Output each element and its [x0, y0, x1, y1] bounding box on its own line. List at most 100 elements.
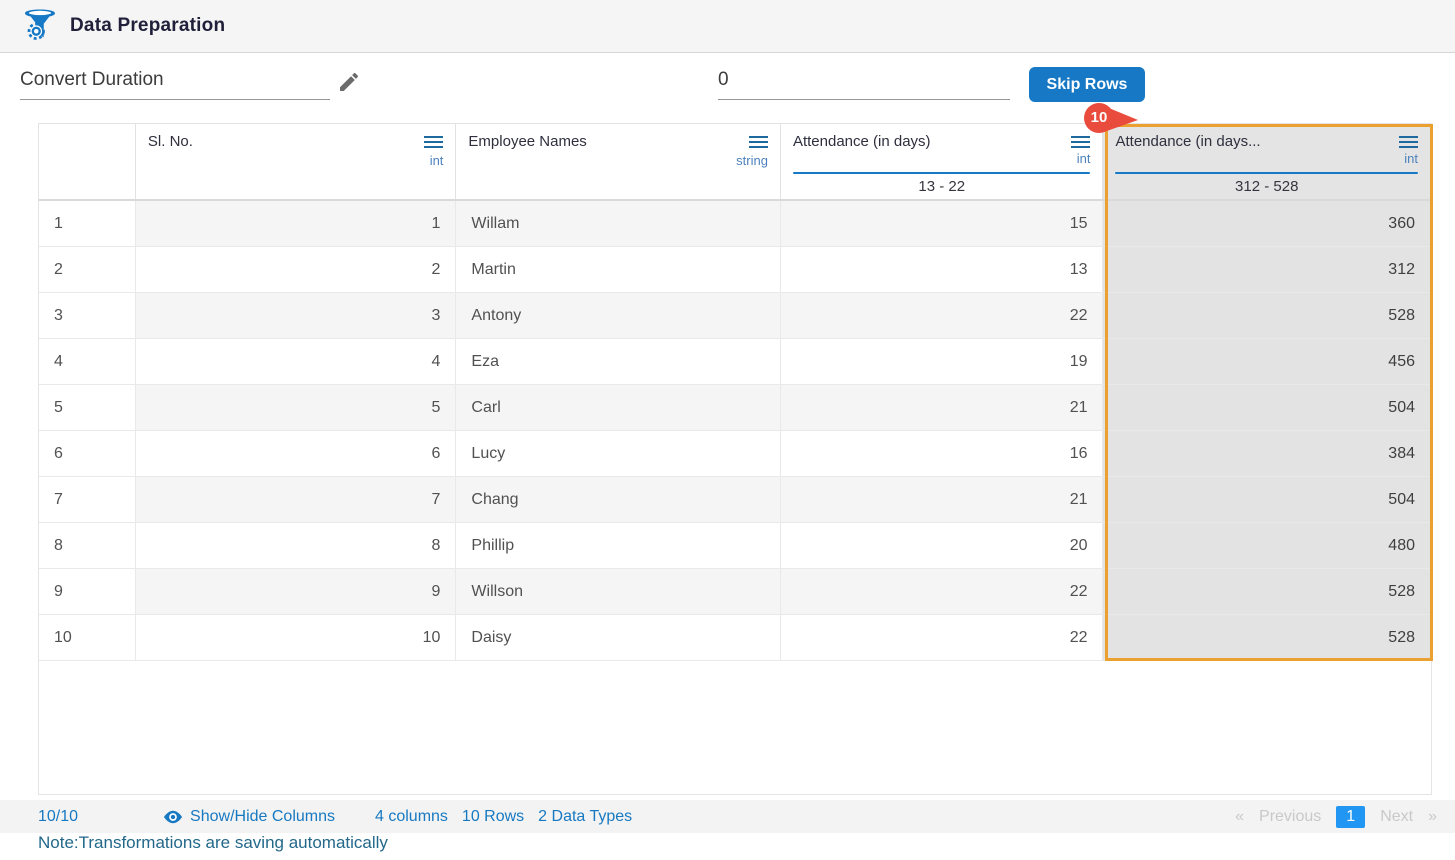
toolbar: Skip Rows — [0, 53, 1455, 118]
table-row: 2 2 Martin 13 312 — [39, 247, 1431, 293]
column-title: Attendance (in days) — [792, 133, 931, 150]
first-page-icon[interactable]: « — [1235, 808, 1244, 826]
last-page-icon[interactable]: » — [1428, 808, 1437, 826]
column-title: Employee Names — [468, 133, 587, 150]
column-header-employee-names[interactable]: Employee Names string — [456, 124, 781, 199]
sl-no-cell: 8 — [135, 523, 457, 569]
autosave-note: Note:Transformations are saving automati… — [38, 833, 388, 852]
column-range-label: 312 - 528 — [1235, 178, 1299, 195]
attendance-converted-cell: 528 — [1103, 615, 1431, 661]
table-row: 8 8 Phillip 20 480 — [39, 523, 1431, 569]
attendance-cell: 16 — [780, 431, 1104, 477]
row-number-cell: 4 — [39, 339, 136, 385]
table-header-row: Sl. No. int Employee Names string Attend… — [39, 124, 1431, 201]
attendance-converted-cell: 360 — [1103, 201, 1431, 247]
next-page-button[interactable]: Next — [1380, 808, 1413, 826]
show-hide-columns-button[interactable]: Show/Hide Columns — [163, 807, 335, 827]
column-type-label: int — [1076, 151, 1091, 166]
row-number-cell: 9 — [39, 569, 136, 615]
current-page-button[interactable]: 1 — [1336, 805, 1366, 828]
row-number-cell: 3 — [39, 293, 136, 339]
skip-rows-button[interactable]: Skip Rows — [1029, 67, 1145, 102]
table-row: 3 3 Antony 22 528 — [39, 293, 1431, 339]
attendance-converted-cell: 456 — [1103, 339, 1431, 385]
table-row: 1 1 Willam 15 360 — [39, 201, 1431, 247]
employee-name-cell: Daisy — [456, 615, 781, 661]
attendance-cell: 20 — [780, 523, 1104, 569]
attendance-cell: 13 — [780, 247, 1104, 293]
sl-no-cell: 6 — [135, 431, 457, 477]
table-row: 5 5 Carl 21 504 — [39, 385, 1431, 431]
attendance-cell: 21 — [780, 477, 1104, 523]
sl-no-cell: 9 — [135, 569, 457, 615]
footer-bar: 10/10 Show/Hide Columns 4 columns 10 Row… — [0, 800, 1455, 833]
app-header: Data Preparation — [0, 0, 1455, 53]
column-distribution-bar — [1115, 172, 1418, 174]
column-title: Sl. No. — [147, 133, 193, 150]
row-number-cell: 6 — [39, 431, 136, 477]
column-menu-icon[interactable] — [424, 133, 444, 151]
attendance-converted-cell: 528 — [1103, 569, 1431, 615]
table-row: 6 6 Lucy 16 384 — [39, 431, 1431, 477]
attendance-converted-cell: 504 — [1103, 477, 1431, 523]
column-menu-icon[interactable] — [1399, 133, 1418, 151]
attendance-converted-cell: 312 — [1103, 247, 1431, 293]
data-preparation-page: Data Preparation Skip Rows 10 Sl. No. — [0, 0, 1455, 860]
table-row: 7 7 Chang 21 504 — [39, 477, 1431, 523]
sl-no-cell: 2 — [135, 247, 457, 293]
employee-name-cell: Lucy — [456, 431, 781, 477]
column-type-label: int — [429, 153, 444, 168]
row-number-cell: 1 — [39, 201, 136, 247]
skip-rows-input[interactable] — [718, 67, 1010, 100]
corner-header-cell — [39, 124, 136, 199]
attendance-cell: 22 — [780, 615, 1104, 661]
employee-name-cell: Chang — [456, 477, 781, 523]
employee-name-cell: Carl — [456, 385, 781, 431]
sl-no-cell: 7 — [135, 477, 457, 523]
rows-count-label: 10 Rows — [461, 807, 525, 825]
pagination: « Previous 1 Next » — [1235, 805, 1437, 828]
employee-name-cell: Willam — [456, 201, 781, 247]
previous-page-button[interactable]: Previous — [1259, 808, 1321, 826]
transform-name-input[interactable] — [20, 67, 330, 100]
attendance-converted-cell: 480 — [1103, 523, 1431, 569]
table-row: 10 10 Daisy 22 528 — [39, 615, 1431, 661]
column-count-badge: 10 — [1082, 102, 1140, 136]
attendance-cell: 15 — [780, 201, 1104, 247]
column-header-attendance-days[interactable]: Attendance (in days) int 13 - 22 — [780, 124, 1104, 199]
columns-count-label: 4 columns — [375, 807, 448, 825]
column-type-label: string — [736, 153, 768, 168]
attendance-cell: 22 — [780, 569, 1104, 615]
badge-count: 10 — [1090, 109, 1108, 126]
column-header-sl-no[interactable]: Sl. No. int — [135, 124, 457, 199]
row-number-cell: 7 — [39, 477, 136, 523]
data-grid: Sl. No. int Employee Names string Attend… — [38, 123, 1433, 795]
row-number-cell: 2 — [39, 247, 136, 293]
employee-name-cell: Antony — [456, 293, 781, 339]
data-types-count-label: 2 Data Types — [538, 807, 633, 825]
employee-name-cell: Martin — [456, 247, 781, 293]
sl-no-cell: 3 — [135, 293, 457, 339]
column-distribution-bar — [792, 172, 1091, 174]
edit-transform-button[interactable] — [336, 70, 362, 96]
employee-name-cell: Phillip — [456, 523, 781, 569]
funnel-gear-icon — [25, 9, 55, 40]
pencil-icon — [340, 72, 359, 91]
table-row: 9 9 Willson 22 528 — [39, 569, 1431, 615]
page-title: Data Preparation — [70, 15, 226, 36]
column-type-label: int — [1404, 151, 1418, 166]
sl-no-cell: 5 — [135, 385, 457, 431]
eye-icon — [164, 810, 183, 823]
column-header-attendance-converted[interactable]: Attendance (in days... int 312 - 528 — [1103, 124, 1431, 199]
attendance-converted-cell: 528 — [1103, 293, 1431, 339]
row-number-cell: 10 — [39, 615, 136, 661]
row-number-cell: 5 — [39, 385, 136, 431]
show-hide-columns-label: Show/Hide Columns — [190, 807, 335, 825]
visible-row-count: 10/10 — [38, 807, 79, 825]
sl-no-cell: 4 — [135, 339, 457, 385]
column-menu-icon[interactable] — [748, 133, 768, 151]
sl-no-cell: 1 — [135, 201, 457, 247]
employee-name-cell: Eza — [456, 339, 781, 385]
attendance-cell: 21 — [780, 385, 1104, 431]
employee-name-cell: Willson — [456, 569, 781, 615]
